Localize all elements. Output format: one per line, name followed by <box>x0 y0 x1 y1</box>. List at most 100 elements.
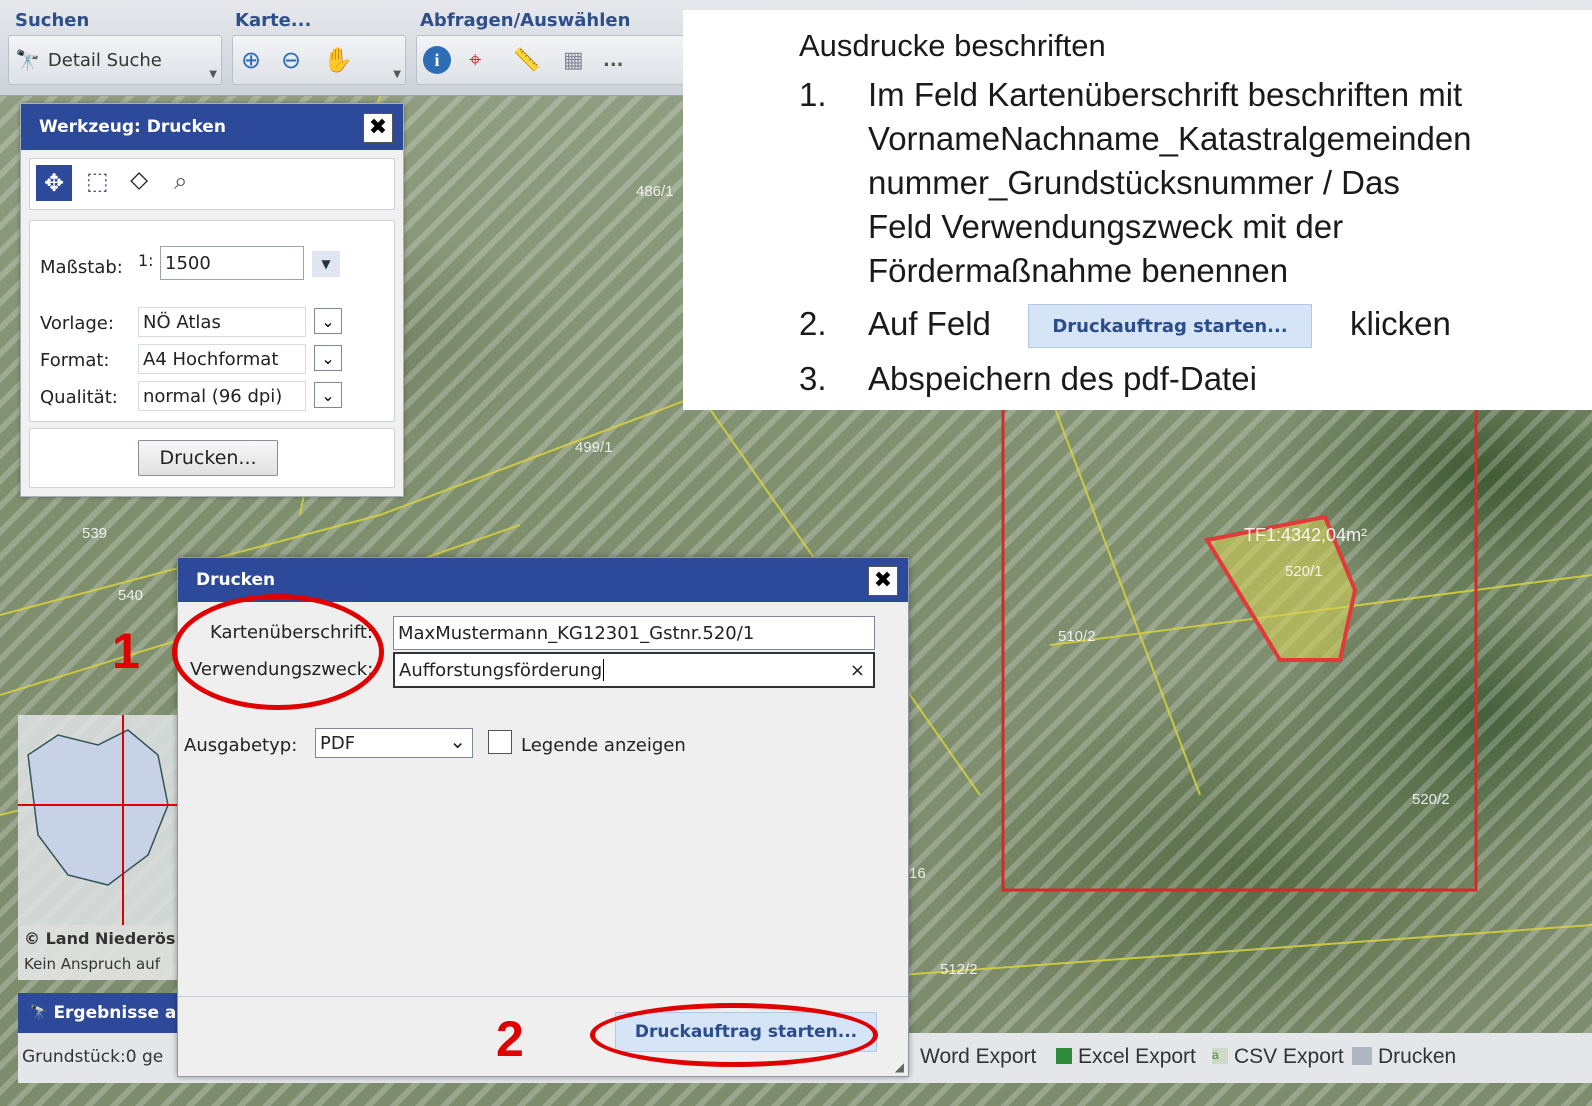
overview-map[interactable] <box>18 715 178 925</box>
template-select[interactable]: NÖ Atlas <box>138 307 306 337</box>
output-type-value: PDF <box>320 732 356 754</box>
parcel-count-text: Grundstück:0 ge <box>22 1047 164 1067</box>
pan-hand-icon[interactable]: ✋ <box>323 42 353 78</box>
print-button-row: Drucken... <box>29 428 395 488</box>
step-number: 3. <box>799 360 827 397</box>
template-label: Vorlage: <box>40 313 114 334</box>
annotation-ring-labels <box>172 594 384 710</box>
step1-text: Fördermaßnahme benennen <box>868 252 1289 289</box>
coordinate-icon[interactable]: ⌖ <box>469 42 481 78</box>
scale-input[interactable]: 1500 <box>160 246 304 280</box>
csv-icon: a <box>1212 1048 1228 1064</box>
detail-search-button[interactable]: 🔭 Detail Suche <box>15 42 162 78</box>
resize-grip-icon[interactable]: ◢ <box>895 1060 904 1074</box>
excel-icon <box>1056 1048 1072 1064</box>
start-print-button-illustration: Druckauftrag starten... <box>1028 304 1312 348</box>
output-type-label: Ausgabetyp: <box>184 735 298 756</box>
map-section-label: Karte... <box>235 10 312 31</box>
csv-export-label: CSV Export <box>1234 1045 1344 1068</box>
format-label: Format: <box>40 350 110 371</box>
legend-checkbox[interactable] <box>488 730 512 754</box>
resize-icon[interactable]: ⬦ <box>130 165 148 196</box>
annotation-ring-button <box>590 1003 878 1067</box>
scale-label: Maßstab: <box>40 257 123 278</box>
chevron-down-icon[interactable]: ▼ <box>393 69 401 80</box>
select-icon[interactable]: ▦ <box>563 42 584 78</box>
chevron-down-icon[interactable]: ⌄ <box>314 382 342 408</box>
area-label: TF1:4342,04m² <box>1244 525 1368 545</box>
close-icon[interactable]: ✖ <box>868 566 898 596</box>
print-tool-panel: Werkzeug: Drucken ✖ ✥ ⬚ ⬦ ⌕ Maßstab: 1: … <box>20 103 404 497</box>
map-title-input[interactable]: MaxMustermann_KG12301_Gstnr.520/1 <box>393 616 875 650</box>
step1-text: Feld Verwendungszweck mit der <box>868 208 1344 245</box>
print-results-button[interactable]: Drucken <box>1352 1045 1456 1069</box>
quality-label: Qualität: <box>40 387 118 408</box>
query-section-label: Abfragen/Auswählen <box>420 10 631 31</box>
step-number: 2. <box>799 305 827 342</box>
search-section-label: Suchen <box>15 10 90 31</box>
measure-icon[interactable]: 📏 <box>513 42 540 78</box>
parcel-label: 540 <box>118 587 144 604</box>
tool-icons-row: ✥ ⬚ ⬦ ⌕ <box>29 158 395 210</box>
csv-export-button[interactable]: a CSV Export <box>1212 1045 1344 1069</box>
chevron-down-icon[interactable]: ▼ <box>209 69 217 80</box>
divider <box>178 996 908 997</box>
step1-text: VornameNachname_Katastralgemeinden <box>868 120 1472 157</box>
print-results-label: Drucken <box>1378 1045 1457 1068</box>
binoculars-icon: 🔭 <box>30 1005 48 1021</box>
query-group: i ⌖ 📏 ▦ ... <box>416 35 684 85</box>
instruction-title: Ausdrucke beschriften <box>799 28 1106 63</box>
step2-text-end: klicken <box>1350 305 1451 342</box>
scale-prefix: 1: <box>138 251 154 270</box>
panel-title: Werkzeug: Drucken <box>39 117 226 137</box>
text-cursor <box>603 659 605 681</box>
purpose-input[interactable]: Aufforstungsförderung × <box>393 652 875 688</box>
output-type-select[interactable]: PDF ⌄ <box>315 728 473 758</box>
copyright-text: © Land Niederös <box>24 929 176 948</box>
word-export-button[interactable]: Word Export <box>920 1045 1036 1069</box>
dialog-title: Drucken <box>196 570 276 590</box>
parcel-label: 486/1 <box>636 183 674 200</box>
chevron-down-icon[interactable]: ⌄ <box>314 308 342 334</box>
parcel-label: 510/2 <box>1058 628 1096 645</box>
info-icon[interactable]: i <box>423 46 451 74</box>
search-group: 🔭 Detail Suche ▼ <box>8 35 222 85</box>
copyright-box: © Land Niederös Kein Anspruch auf <box>18 925 178 980</box>
excel-export-button[interactable]: Excel Export <box>1056 1045 1196 1069</box>
printer-icon <box>1352 1047 1372 1065</box>
print-button[interactable]: Drucken... <box>138 440 278 476</box>
step1-text: nummer_Grundstücksnummer / Das <box>868 164 1400 201</box>
annotation-number: 1 <box>112 623 140 679</box>
move-icon[interactable]: ✥ <box>36 165 72 201</box>
step-number: 1. <box>799 76 827 113</box>
zoom-out-icon[interactable]: ⊖ <box>281 42 301 78</box>
more-tools-button[interactable]: ... <box>603 42 624 78</box>
quality-select[interactable]: normal (96 dpi) <box>138 381 306 411</box>
clear-icon[interactable]: × <box>850 660 865 681</box>
results-title-bar[interactable]: 🔭 Ergebnisse a <box>18 993 178 1033</box>
zoom-in-icon[interactable]: ⊕ <box>241 42 261 78</box>
zoom-to-icon[interactable]: ⌕ <box>174 167 187 195</box>
parcel-label: 520/2 <box>1412 791 1450 808</box>
chevron-down-icon[interactable]: ⌄ <box>314 345 342 371</box>
excel-export-label: Excel Export <box>1078 1045 1196 1068</box>
annotation-number: 2 <box>496 1011 524 1067</box>
parcel-label: 520/1 <box>1285 563 1323 580</box>
step2-text: Auf Feld <box>868 305 991 342</box>
chevron-down-icon[interactable]: ▼ <box>312 251 340 277</box>
parcel-label: 512/2 <box>940 961 978 978</box>
close-icon[interactable]: ✖ <box>363 113 393 143</box>
parcel-label: 539 <box>82 525 108 542</box>
parcel-label: 499/1 <box>575 439 613 456</box>
chevron-down-icon: ⌄ <box>449 729 466 753</box>
step1-text: Im Feld Kartenüberschrift beschriften mi… <box>868 76 1463 113</box>
print-settings: Maßstab: 1: 1500 ▼ Vorlage: NÖ Atlas ⌄ F… <box>29 220 395 422</box>
legend-label: Legende anzeigen <box>521 735 686 756</box>
format-select[interactable]: A4 Hochformat <box>138 344 306 374</box>
detail-search-label: Detail Suche <box>47 49 162 71</box>
select-area-icon[interactable]: ⬚ <box>86 167 109 195</box>
results-title: Ergebnisse a <box>53 1003 177 1023</box>
binoculars-icon: 🔭 <box>15 48 40 72</box>
panel-title-bar: Werkzeug: Drucken ✖ <box>21 104 403 150</box>
map-group: ⊕ ⊖ ✋ ▼ <box>232 35 406 85</box>
